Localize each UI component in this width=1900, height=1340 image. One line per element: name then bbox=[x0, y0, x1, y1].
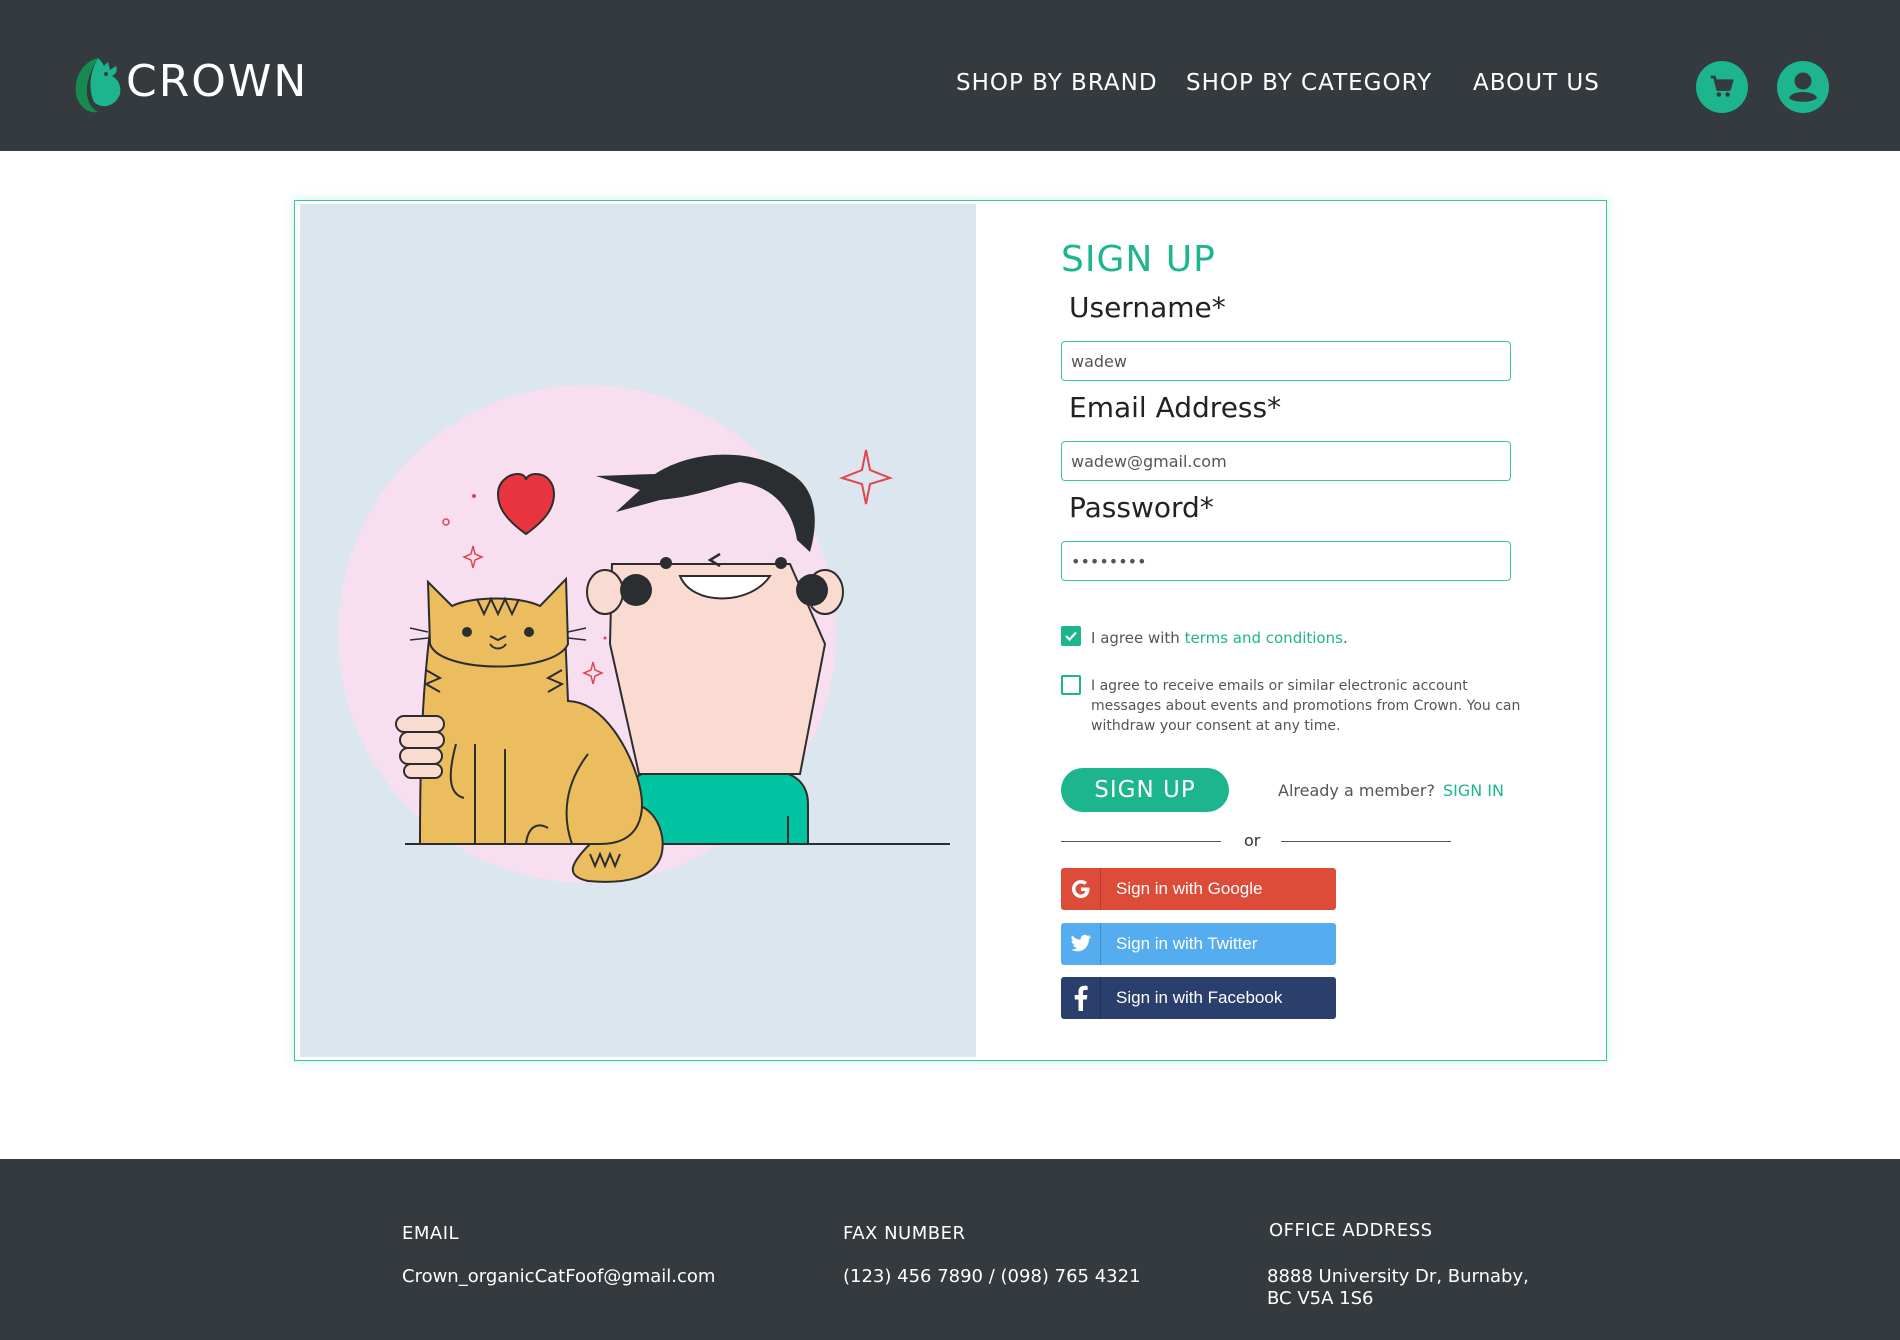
footer-email-value[interactable]: Crown_organicCatFoof@gmail.com bbox=[402, 1266, 715, 1288]
account-button[interactable] bbox=[1777, 61, 1829, 113]
email-input[interactable] bbox=[1061, 441, 1511, 481]
nav-shop-by-category[interactable]: SHOP BY CATEGORY bbox=[1186, 70, 1432, 100]
password-input[interactable] bbox=[1061, 541, 1511, 581]
user-icon bbox=[1789, 72, 1817, 102]
signup-card: SIGN UP Username* Email Address* Passwor… bbox=[294, 200, 1607, 1061]
terms-checkbox[interactable] bbox=[1061, 626, 1081, 646]
top-navbar: CROWN SHOP BY BRAND SHOP BY CATEGORY ABO… bbox=[0, 0, 1900, 151]
marketing-checkbox[interactable] bbox=[1061, 675, 1081, 695]
twitter-signin-label: Sign in with Twitter bbox=[1116, 934, 1258, 953]
footer-fax-heading: FAX NUMBER bbox=[843, 1223, 966, 1244]
footer-address-line1: 8888 University Dr, Burnaby, bbox=[1267, 1266, 1529, 1287]
facebook-icon bbox=[1061, 977, 1101, 1019]
terms-text: I agree with terms and conditions. bbox=[1091, 628, 1348, 648]
divider-right bbox=[1281, 841, 1451, 842]
password-label: Password* bbox=[1069, 491, 1214, 524]
divider-left bbox=[1061, 841, 1221, 842]
username-input[interactable] bbox=[1061, 341, 1511, 381]
cart-button[interactable] bbox=[1696, 61, 1748, 113]
cart-icon bbox=[1710, 75, 1734, 97]
signup-button[interactable]: SIGN UP bbox=[1061, 768, 1229, 812]
crown-logo[interactable]: CROWN bbox=[72, 44, 308, 116]
facebook-signin-label: Sign in with Facebook bbox=[1116, 988, 1283, 1007]
cat-leaf-logo-icon bbox=[75, 58, 121, 113]
footer: EMAIL Crown_organicCatFoof@gmail.com FAX… bbox=[0, 1159, 1900, 1340]
form-title: SIGN UP bbox=[1061, 239, 1216, 280]
google-icon bbox=[1061, 868, 1101, 910]
checkmark-icon bbox=[1065, 631, 1077, 642]
terms-link[interactable]: terms and conditions bbox=[1185, 629, 1343, 647]
footer-address-heading: OFFICE ADDRESS bbox=[1269, 1220, 1433, 1241]
footer-address-line2: BC V5A 1S6 bbox=[1267, 1288, 1374, 1309]
person-with-cat-illustration bbox=[338, 385, 950, 883]
marketing-consent-text: I agree to receive emails or similar ele… bbox=[1091, 678, 1521, 734]
nav-about-us[interactable]: ABOUT US bbox=[1473, 70, 1600, 100]
terms-prefix: I agree with bbox=[1091, 629, 1185, 647]
already-member-text: Already a member? SIGN IN bbox=[1278, 781, 1504, 800]
username-label: Username* bbox=[1069, 291, 1226, 324]
email-label: Email Address* bbox=[1069, 391, 1282, 424]
brand-name: CROWN bbox=[126, 55, 309, 107]
google-signin-button[interactable]: Sign in with Google bbox=[1061, 868, 1336, 910]
footer-email-heading: EMAIL bbox=[402, 1223, 460, 1244]
twitter-signin-button[interactable]: Sign in with Twitter bbox=[1061, 923, 1336, 965]
member-prompt: Already a member? bbox=[1278, 781, 1435, 800]
footer-fax-value: (123) 456 7890 / (098) 765 4321 bbox=[843, 1266, 1141, 1287]
facebook-signin-button[interactable]: Sign in with Facebook bbox=[1061, 977, 1336, 1019]
illustration-panel bbox=[300, 204, 976, 1057]
or-text: or bbox=[1244, 831, 1261, 850]
terms-suffix: . bbox=[1342, 629, 1348, 647]
signin-link[interactable]: SIGN IN bbox=[1443, 781, 1504, 800]
google-signin-label: Sign in with Google bbox=[1116, 879, 1263, 898]
twitter-bird-icon bbox=[1061, 923, 1101, 965]
nav-shop-by-brand[interactable]: SHOP BY BRAND bbox=[956, 70, 1158, 100]
